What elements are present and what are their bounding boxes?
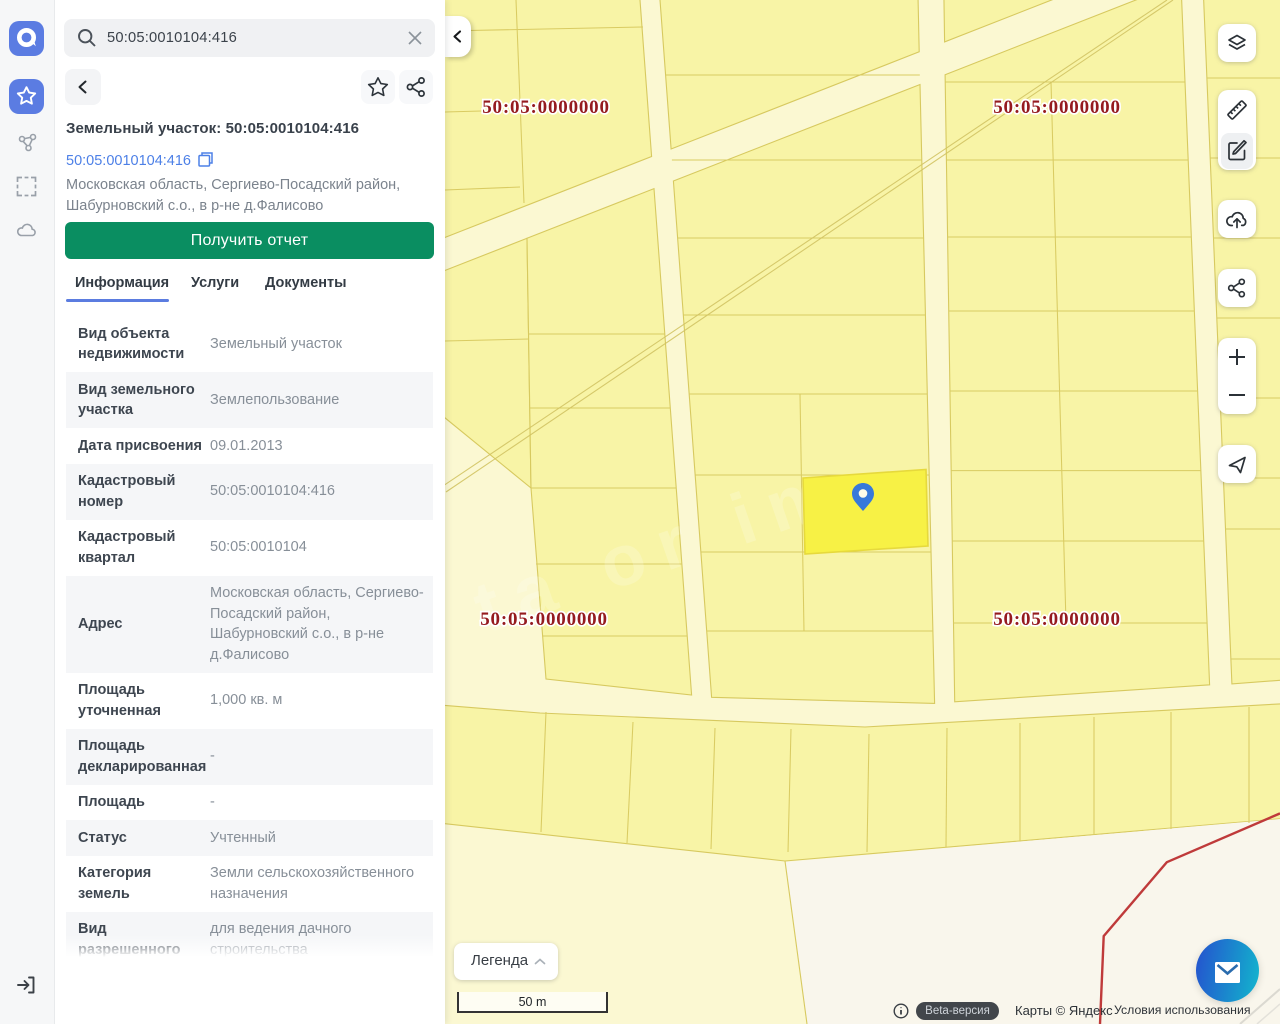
svg-text:50:05:0000000: 50:05:0000000 (993, 609, 1121, 630)
svg-text:50:05:0000000: 50:05:0000000 (482, 97, 610, 118)
svg-text:50:05:0000000: 50:05:0000000 (993, 97, 1121, 118)
svg-text:50:05:0000000: 50:05:0000000 (480, 609, 608, 630)
